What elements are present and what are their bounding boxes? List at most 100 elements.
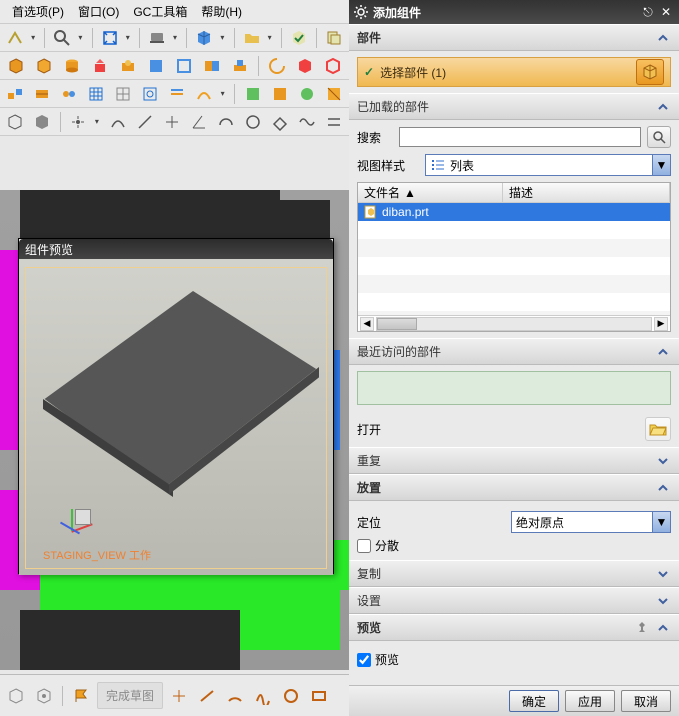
search-button[interactable] <box>647 126 671 148</box>
line-icon[interactable] <box>133 111 156 133</box>
section-header-preview[interactable]: 预览 <box>349 614 679 641</box>
grid3-icon[interactable] <box>139 83 162 105</box>
undock-icon[interactable]: ⎋ <box>639 4 657 20</box>
col-filename[interactable]: 文件名 ▲ <box>358 183 503 202</box>
box-icon[interactable] <box>4 55 28 77</box>
misc-icon[interactable] <box>322 83 345 105</box>
point-sel-icon[interactable] <box>67 111 90 133</box>
point-icon[interactable] <box>160 111 183 133</box>
sk-line-icon[interactable] <box>195 685 219 707</box>
folder-icon[interactable] <box>241 27 263 49</box>
dialog-titlebar[interactable]: 添加组件 ⎋ ✕ <box>349 0 679 24</box>
analysis1-icon[interactable] <box>241 83 264 105</box>
box2-icon[interactable] <box>32 55 56 77</box>
analysis2-icon[interactable] <box>268 83 291 105</box>
feature1-icon[interactable] <box>116 55 140 77</box>
fit-view-icon[interactable] <box>99 27 121 49</box>
select-part-cube-button[interactable] <box>636 59 664 85</box>
scroll-thumb[interactable] <box>377 318 417 330</box>
asm3-icon[interactable] <box>58 83 81 105</box>
constraint2-icon[interactable] <box>193 83 216 105</box>
scroll-right-icon[interactable]: ▶ <box>654 317 668 331</box>
dropdown-arrow-icon[interactable]: ▾ <box>78 33 85 42</box>
curve-icon[interactable] <box>106 111 129 133</box>
dropdown-arrow-icon[interactable]: ▾ <box>268 33 275 42</box>
section-header-part[interactable]: 部件 <box>349 24 679 51</box>
cube-red-icon[interactable] <box>293 55 317 77</box>
wirecube2-icon[interactable] <box>4 685 28 707</box>
grid1-icon[interactable] <box>85 83 108 105</box>
cube-red2-icon[interactable] <box>321 55 345 77</box>
feature4-icon[interactable] <box>200 55 224 77</box>
menu-help[interactable]: 帮助(H) <box>195 1 248 22</box>
extrude-icon[interactable] <box>88 55 112 77</box>
wirecube3-icon[interactable] <box>32 685 56 707</box>
section-header-recent[interactable]: 最近访问的部件 <box>349 338 679 365</box>
cancel-button[interactable]: 取消 <box>621 690 671 712</box>
dropdown-arrow-icon[interactable]: ▾ <box>95 117 103 126</box>
preview-checkbox[interactable] <box>357 653 371 667</box>
scatter-checkbox[interactable] <box>357 539 371 553</box>
menu-toolbox[interactable]: GC工具箱 <box>127 1 193 22</box>
open-folder-button[interactable] <box>645 417 671 441</box>
wave-icon[interactable] <box>295 111 318 133</box>
file-list-rows[interactable]: diban.prt <box>358 203 670 315</box>
grid2-icon[interactable] <box>112 83 135 105</box>
combo-arrow-icon[interactable]: ▼ <box>652 512 670 532</box>
sheet-check-icon[interactable] <box>288 27 310 49</box>
dropdown-arrow-icon[interactable]: ▾ <box>31 33 38 42</box>
view-cube-icon[interactable] <box>75 509 91 525</box>
file-row[interactable]: diban.prt <box>358 203 670 221</box>
asm1-icon[interactable] <box>4 83 27 105</box>
solidcube-icon[interactable] <box>31 111 54 133</box>
section-header-copy[interactable]: 复制 <box>349 560 679 587</box>
recent-parts-box[interactable] <box>357 371 671 405</box>
sk-spline-icon[interactable] <box>251 685 275 707</box>
section-header-settings[interactable]: 设置 <box>349 587 679 614</box>
select-part-row[interactable]: ✓ 选择部件 (1) <box>357 57 671 87</box>
analysis3-icon[interactable] <box>295 83 318 105</box>
section-header-loaded[interactable]: 已加载的部件 <box>349 93 679 120</box>
sk-arc-icon[interactable] <box>223 685 247 707</box>
viewstyle-combo[interactable]: 列表 ▼ <box>425 154 671 176</box>
col-description[interactable]: 描述 <box>503 183 670 202</box>
section-header-placement[interactable]: 放置 <box>349 474 679 501</box>
close-icon[interactable]: ✕ <box>657 4 675 20</box>
command-finder-icon[interactable] <box>4 27 26 49</box>
combo-arrow-icon[interactable]: ▼ <box>652 155 670 175</box>
menu-prefs[interactable]: 首选项(P) <box>6 1 70 22</box>
dropdown-arrow-icon[interactable]: ▾ <box>220 33 227 42</box>
sheet-copy-icon[interactable] <box>323 27 345 49</box>
shaded-cube-icon[interactable] <box>193 27 215 49</box>
pin-icon[interactable] <box>635 621 649 635</box>
section-header-repeat[interactable]: 重复 <box>349 447 679 474</box>
asm2-icon[interactable] <box>31 83 54 105</box>
file-list-hscroll[interactable]: ◀ ▶ <box>358 315 670 331</box>
plane-icon[interactable] <box>268 111 291 133</box>
apply-button[interactable]: 应用 <box>565 690 615 712</box>
placement-combo[interactable]: 绝对原点 ▼ <box>511 511 671 533</box>
preview-viewport[interactable]: STAGING_VIEW 工作 <box>19 259 333 575</box>
gear-icon[interactable] <box>353 4 369 20</box>
laptop-icon[interactable] <box>146 27 168 49</box>
search-icon[interactable] <box>51 27 73 49</box>
cylinder-icon[interactable] <box>60 55 84 77</box>
scroll-left-icon[interactable]: ◀ <box>360 317 374 331</box>
arc-icon[interactable] <box>214 111 237 133</box>
feature3-icon[interactable] <box>172 55 196 77</box>
dropdown-arrow-icon[interactable]: ▾ <box>126 33 133 42</box>
preview-window-title[interactable]: 组件预览 <box>19 239 333 259</box>
wirecube-icon[interactable] <box>4 111 27 133</box>
menu-window[interactable]: 窗口(O) <box>72 1 125 22</box>
dropdown-arrow-icon[interactable]: ▾ <box>221 89 229 98</box>
dropdown-arrow-icon[interactable]: ▾ <box>173 33 180 42</box>
offset-icon[interactable] <box>322 111 345 133</box>
feature2-icon[interactable] <box>144 55 168 77</box>
sk-circle-icon[interactable] <box>279 685 303 707</box>
sk-point-icon[interactable] <box>167 685 191 707</box>
sketch-flag-icon[interactable] <box>69 685 93 707</box>
angle-icon[interactable] <box>187 111 210 133</box>
sk-rect-icon[interactable] <box>307 685 331 707</box>
feature5-icon[interactable] <box>228 55 252 77</box>
circle-sel-icon[interactable] <box>241 111 264 133</box>
